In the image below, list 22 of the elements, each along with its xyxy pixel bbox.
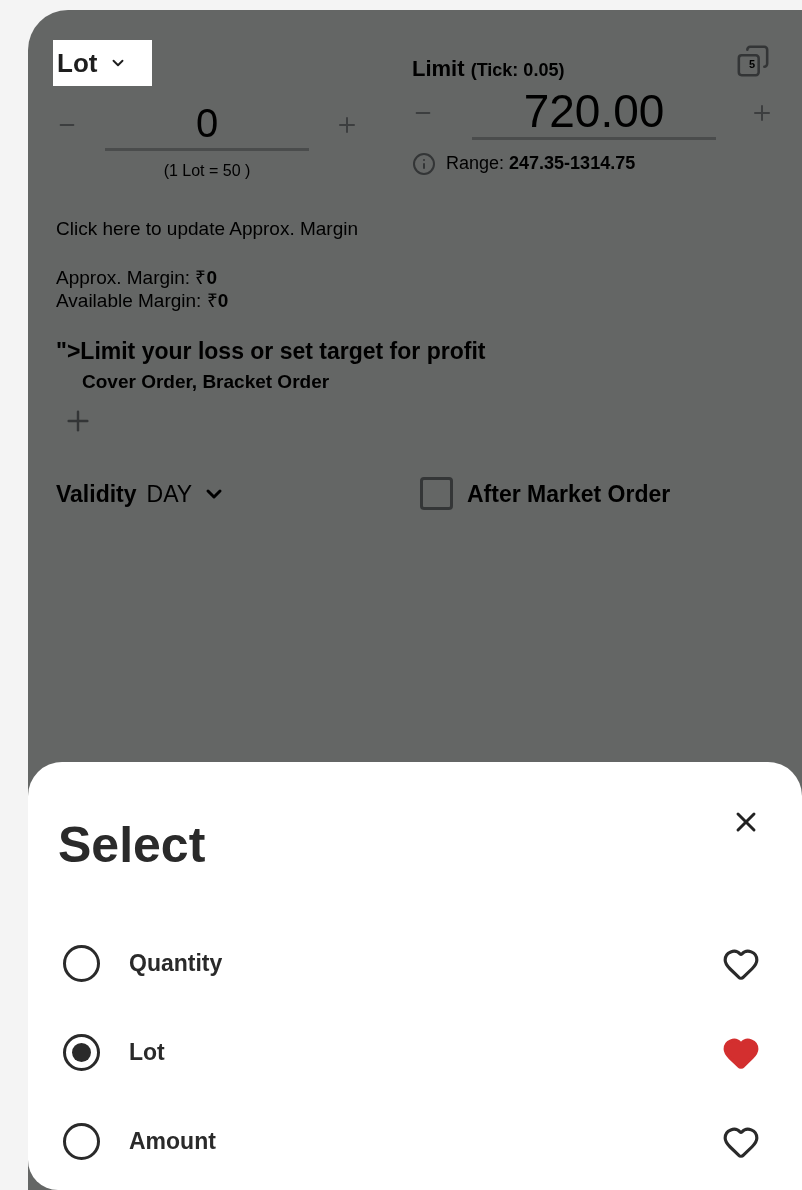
margin-text: Approx. Margin: ₹0 — [56, 265, 218, 289]
quantity-input[interactable]: 0 — [105, 98, 309, 151]
basket-count: 5 — [749, 57, 756, 72]
update-margin-link[interactable]: Click here to update Approx. Margin — [56, 215, 359, 244]
option-label[interactable]: Lot — [129, 1035, 722, 1070]
advanced-orders-title[interactable]: ">Limit your loss or set target for profit — [56, 333, 486, 368]
option-label[interactable]: Quantity — [129, 946, 722, 981]
info-icon — [412, 151, 436, 176]
limit-price-input[interactable]: 720.00 — [472, 85, 716, 140]
sheet-title: Select — [58, 816, 206, 875]
after-market-checkbox[interactable]: After Market Order — [420, 476, 671, 511]
price-range: Range: 247.35-1314.75 — [446, 152, 636, 175]
unit-dropdown[interactable]: Lot — [53, 40, 152, 86]
advanced-orders-subtitle: Cover Order, Bracket Order — [82, 370, 330, 394]
radio-button[interactable] — [63, 945, 100, 982]
radio-button[interactable] — [63, 1034, 100, 1071]
margin-text: Available Margin: ₹0 — [56, 288, 230, 312]
radio-button[interactable] — [63, 1123, 100, 1160]
validity-dropdown[interactable]: Validity DAY — [56, 476, 227, 511]
lot-size-note: (1 Lot = 50 ) — [162, 161, 252, 181]
limit-label: Limit (Tick: 0.05) — [412, 55, 565, 83]
option-label[interactable]: Amount — [129, 1124, 722, 1159]
